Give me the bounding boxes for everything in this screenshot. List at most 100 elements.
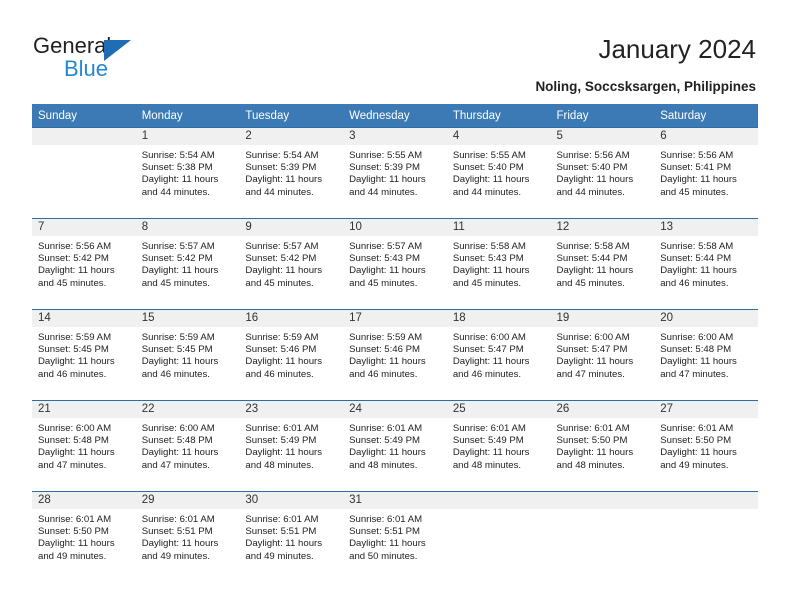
calendar-day-cell[interactable]: 17 Sunrise: 5:59 AM Sunset: 5:46 PM Dayligh… [343, 309, 447, 401]
calendar-day-cell[interactable]: 9 Sunrise: 5:57 AM Sunset: 5:42 PM Daylight… [239, 218, 344, 310]
calendar-week-row: 21 Sunrise: 6:00 AM Sunset: 5:48 PM Dayligh… [32, 400, 758, 492]
calendar-day-cell[interactable]: 21 Sunrise: 6:00 AM Sunset: 5:48 PM Dayligh… [32, 400, 136, 492]
day-number: 31 [343, 492, 447, 509]
calendar-day-cell[interactable]: 26 Sunrise: 6:01 AM Sunset: 5:50 PM Dayligh… [550, 400, 655, 492]
sunset-time: Sunset: 5:44 PM [556, 253, 628, 265]
day-cell-content: 27 Sunrise: 6:01 AM Sunset: 5:50 PM Dayligh… [654, 401, 758, 491]
day-cell-content: 21 Sunrise: 6:00 AM Sunset: 5:48 PM Dayligh… [32, 401, 136, 491]
weekday-header-sunday: Sunday [32, 104, 136, 128]
calendar-day-cell[interactable]: 30 Sunrise: 6:01 AM Sunset: 5:51 PM Dayligh… [239, 491, 344, 582]
daylight-duration-line1: Daylight: 11 hours [349, 265, 426, 277]
day-cell-content: 18 Sunrise: 6:00 AM Sunset: 5:47 PM Dayligh… [446, 310, 551, 400]
calendar-day-cell[interactable]: 12 Sunrise: 5:58 AM Sunset: 5:44 PM Dayligh… [550, 218, 655, 310]
day-cell-content [654, 492, 758, 582]
calendar-day-cell[interactable]: 13 Sunrise: 5:58 AM Sunset: 5:44 PM Dayligh… [654, 218, 758, 310]
daylight-duration-line2: and 48 minutes. [556, 459, 625, 471]
daylight-duration-line2: and 47 minutes. [38, 459, 107, 471]
weekday-header-thursday: Thursday [446, 104, 551, 128]
day-number: 13 [654, 219, 758, 236]
sunrise-time: Sunrise: 6:01 AM [660, 423, 734, 434]
day-sun-info: Sunrise: 5:57 AM Sunset: 5:42 PM Daylight:… [239, 236, 343, 290]
sunrise-time: Sunrise: 6:01 AM [245, 423, 319, 434]
day-sun-info: Sunrise: 5:59 AM Sunset: 5:46 PM Daylight:… [239, 327, 343, 381]
calendar-day-cell[interactable]: 23 Sunrise: 6:01 AM Sunset: 5:49 PM Dayligh… [239, 400, 344, 492]
day-sun-info: Sunrise: 5:59 AM Sunset: 5:46 PM Daylight:… [343, 327, 447, 381]
day-number: 15 [135, 310, 240, 327]
sunset-time: Sunset: 5:47 PM [452, 344, 524, 356]
day-number: 8 [135, 219, 240, 236]
sunrise-time: Sunrise: 5:54 AM [141, 150, 215, 161]
calendar-day-cell[interactable]: 29 Sunrise: 6:01 AM Sunset: 5:51 PM Dayligh… [135, 491, 240, 582]
day-cell-content: 29 Sunrise: 6:01 AM Sunset: 5:51 PM Dayligh… [135, 492, 240, 582]
daylight-duration-line2: and 44 minutes. [245, 186, 314, 198]
day-cell-content: 30 Sunrise: 6:01 AM Sunset: 5:51 PM Dayligh… [239, 492, 344, 582]
calendar-empty-cell [550, 491, 655, 582]
calendar-day-cell[interactable]: 19 Sunrise: 6:00 AM Sunset: 5:47 PM Dayligh… [550, 309, 655, 401]
day-cell-content: 5 Sunrise: 5:56 AM Sunset: 5:40 PM Daylight… [550, 128, 655, 218]
day-sun-info: Sunrise: 5:55 AM Sunset: 5:40 PM Daylight:… [447, 145, 551, 199]
daylight-duration-line2: and 46 minutes. [141, 368, 210, 380]
calendar-day-cell[interactable]: 27 Sunrise: 6:01 AM Sunset: 5:50 PM Dayligh… [654, 400, 758, 492]
weekday-header-friday: Friday [550, 104, 655, 128]
calendar-day-cell[interactable]: 22 Sunrise: 6:00 AM Sunset: 5:48 PM Dayligh… [135, 400, 240, 492]
calendar-week-row: 14 Sunrise: 5:59 AM Sunset: 5:45 PM Dayligh… [32, 309, 758, 401]
calendar-day-cell[interactable]: 31 Sunrise: 6:01 AM Sunset: 5:51 PM Dayligh… [343, 491, 447, 582]
daylight-duration-line2: and 44 minutes. [452, 186, 522, 198]
sunset-time: Sunset: 5:45 PM [38, 344, 109, 356]
sunrise-time: Sunrise: 5:58 AM [556, 241, 630, 252]
calendar-day-cell[interactable]: 1 Sunrise: 5:54 AM Sunset: 5:38 PM Daylight… [135, 128, 240, 219]
daylight-duration-line2: and 46 minutes. [452, 368, 522, 380]
calendar-day-cell[interactable]: 20 Sunrise: 6:00 AM Sunset: 5:48 PM Dayligh… [654, 309, 758, 401]
sunrise-time: Sunrise: 6:00 AM [556, 332, 630, 343]
daylight-duration-line2: and 46 minutes. [349, 368, 418, 380]
day-cell-content: 9 Sunrise: 5:57 AM Sunset: 5:42 PM Daylight… [239, 219, 344, 309]
calendar-day-cell[interactable]: 3 Sunrise: 5:55 AM Sunset: 5:39 PM Daylight… [343, 128, 447, 219]
day-cell-content: 28 Sunrise: 6:01 AM Sunset: 5:50 PM Dayligh… [32, 492, 136, 582]
day-cell-content: 2 Sunrise: 5:54 AM Sunset: 5:39 PM Daylight… [239, 128, 344, 218]
day-number: 3 [343, 128, 447, 145]
calendar-day-cell[interactable]: 15 Sunrise: 5:59 AM Sunset: 5:45 PM Dayligh… [135, 309, 240, 401]
calendar-day-cell[interactable]: 25 Sunrise: 6:01 AM Sunset: 5:49 PM Dayligh… [446, 400, 551, 492]
day-number: 20 [654, 310, 758, 327]
day-cell-content: 3 Sunrise: 5:55 AM Sunset: 5:39 PM Daylight… [343, 128, 447, 218]
daylight-duration-line2: and 47 minutes. [660, 368, 729, 380]
day-sun-info: Sunrise: 6:01 AM Sunset: 5:50 PM Daylight:… [32, 509, 136, 563]
calendar-day-cell[interactable]: 5 Sunrise: 5:56 AM Sunset: 5:40 PM Daylight… [550, 128, 655, 219]
calendar-day-cell[interactable]: 2 Sunrise: 5:54 AM Sunset: 5:39 PM Daylight… [239, 128, 344, 219]
day-sun-info: Sunrise: 6:01 AM Sunset: 5:51 PM Daylight:… [136, 509, 240, 563]
calendar-day-cell[interactable]: 7 Sunrise: 5:56 AM Sunset: 5:42 PM Daylight… [32, 218, 136, 310]
sunrise-time: Sunrise: 5:57 AM [141, 241, 215, 252]
calendar-day-cell[interactable]: 10 Sunrise: 5:57 AM Sunset: 5:43 PM Dayligh… [343, 218, 447, 310]
day-sun-info: Sunrise: 5:56 AM Sunset: 5:40 PM Daylight:… [551, 145, 655, 199]
day-sun-info: Sunrise: 5:57 AM Sunset: 5:43 PM Daylight:… [343, 236, 447, 290]
calendar-day-cell[interactable]: 18 Sunrise: 6:00 AM Sunset: 5:47 PM Dayligh… [446, 309, 551, 401]
day-sun-info: Sunrise: 5:56 AM Sunset: 5:42 PM Daylight:… [32, 236, 136, 290]
calendar-day-cell[interactable]: 28 Sunrise: 6:01 AM Sunset: 5:50 PM Dayligh… [32, 491, 136, 582]
daylight-duration-line2: and 48 minutes. [452, 459, 522, 471]
day-cell-content: 23 Sunrise: 6:01 AM Sunset: 5:49 PM Dayligh… [239, 401, 344, 491]
weekday-header: Sunday Monday Tuesday Wednesday Thursday Frid… [32, 104, 758, 128]
daylight-duration-line2: and 45 minutes. [349, 277, 418, 289]
calendar-week-row: 7 Sunrise: 5:56 AM Sunset: 5:42 PM Daylight… [32, 218, 758, 310]
sunrise-time: Sunrise: 5:58 AM [452, 241, 526, 252]
calendar-day-cell[interactable]: 24 Sunrise: 6:01 AM Sunset: 5:49 PM Dayligh… [343, 400, 447, 492]
day-number: 1 [135, 128, 240, 145]
daylight-duration-line2: and 50 minutes. [349, 550, 418, 562]
day-cell-content: 31 Sunrise: 6:01 AM Sunset: 5:51 PM Dayligh… [343, 492, 447, 582]
sunset-time: Sunset: 5:43 PM [452, 253, 524, 265]
calendar-day-cell[interactable]: 16 Sunrise: 5:59 AM Sunset: 5:46 PM Dayligh… [239, 309, 344, 401]
calendar-day-cell[interactable]: 14 Sunrise: 5:59 AM Sunset: 5:45 PM Dayligh… [32, 309, 136, 401]
calendar-day-cell[interactable]: 8 Sunrise: 5:57 AM Sunset: 5:42 PM Daylight… [135, 218, 240, 310]
calendar-day-cell[interactable]: 6 Sunrise: 5:56 AM Sunset: 5:41 PM Daylight… [654, 128, 758, 219]
daylight-duration-line2: and 44 minutes. [141, 186, 210, 198]
day-cell-content: 24 Sunrise: 6:01 AM Sunset: 5:49 PM Dayligh… [343, 401, 447, 491]
day-cell-content: 14 Sunrise: 5:59 AM Sunset: 5:45 PM Dayligh… [32, 310, 136, 400]
day-cell-content: 11 Sunrise: 5:58 AM Sunset: 5:43 PM Dayligh… [446, 219, 551, 309]
daylight-duration-line2: and 47 minutes. [141, 459, 210, 471]
day-sun-info: Sunrise: 6:01 AM Sunset: 5:51 PM Daylight:… [239, 509, 343, 563]
weekday-header-tuesday: Tuesday [239, 104, 344, 128]
sunset-time: Sunset: 5:47 PM [556, 344, 628, 356]
calendar-day-cell[interactable]: 4 Sunrise: 5:55 AM Sunset: 5:40 PM Daylight… [446, 128, 551, 219]
calendar-day-cell[interactable]: 11 Sunrise: 5:58 AM Sunset: 5:43 PM Dayligh… [446, 218, 551, 310]
day-cell-content [32, 128, 136, 218]
